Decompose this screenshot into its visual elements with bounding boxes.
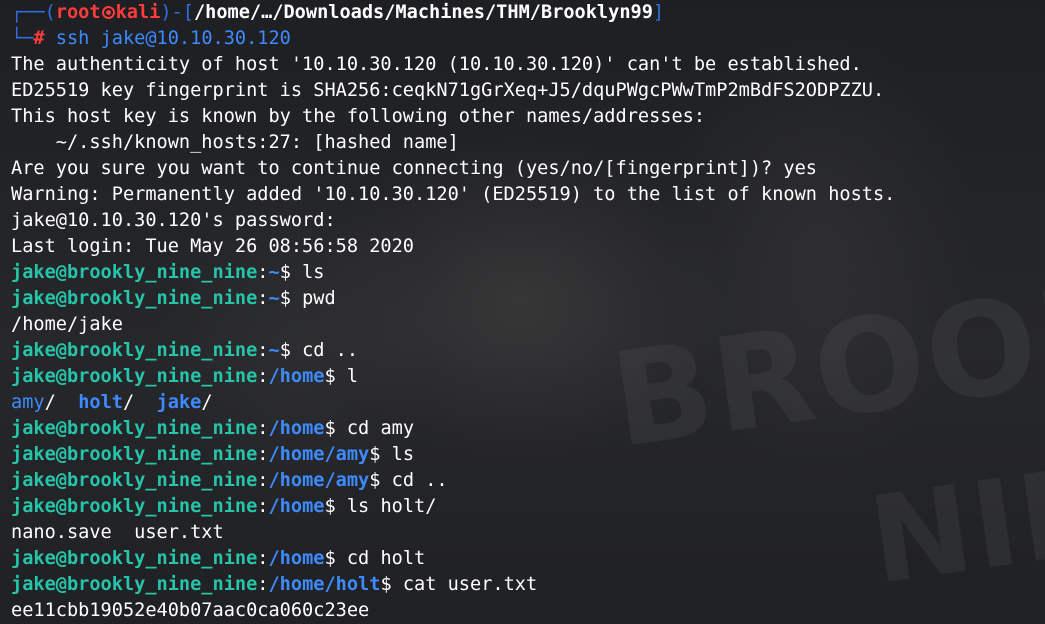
remote-path: /home (268, 366, 325, 387)
remote-command: ls holt/ (335, 496, 437, 517)
prompt-hash: # (33, 28, 45, 49)
ssh-output-line: Warning: Permanently added '10.10.30.120… (11, 184, 896, 205)
remote-path: /home/amy (268, 470, 370, 491)
remote-command: cd holt (335, 548, 426, 569)
remote-command: cd .. (380, 470, 448, 491)
remote-prompt-line: jake@brookly_nine_nine:~$ ls (11, 262, 325, 283)
remote-prompt-line: jake@brookly_nine_nine:/home$ l (11, 366, 359, 387)
remote-command: cd .. (290, 340, 359, 361)
remote-user-host: jake@brookly_nine_nine (11, 262, 258, 283)
ssh-output-line: Last login: Tue May 26 08:56:58 2020 (11, 236, 414, 257)
remote-path: /home/holt (268, 574, 381, 595)
ssh-output-line: Are you sure you want to continue connec… (11, 158, 817, 179)
remote-command: l (335, 366, 359, 387)
remote-path: /home (268, 548, 325, 569)
remote-path: /home/amy (268, 444, 370, 465)
prompt-frame-close: ] (652, 2, 665, 23)
dir-entry-amy: amy (11, 392, 45, 413)
kali-skull-icon (101, 6, 115, 19)
remote-user-host: jake@brookly_nine_nine (11, 470, 258, 491)
directory-listing: amy/ holt/ jake/ (11, 392, 213, 413)
prompt-frame-mid: )-[ (160, 2, 194, 23)
prompt-cwd: /home/…/Downloads/Machines/THM/Brooklyn9… (193, 2, 653, 23)
dir-entry-holt: holt (78, 392, 123, 413)
remote-path: /home (268, 496, 325, 517)
prompt-frame-top: ┌──( (11, 2, 56, 23)
remote-prompt-line: jake@brookly_nine_nine:/home$ cd holt (11, 548, 426, 569)
remote-user-host: jake@brookly_nine_nine (11, 548, 258, 569)
prompt-frame-bottom: └─ (11, 28, 34, 49)
terminal-window[interactable]: ┌──(root kali)-[/home/…/Downloads/Machine… (11, 0, 1041, 623)
ssh-output-line: ~/.ssh/known_hosts:27: [hashed name] (11, 132, 459, 153)
remote-prompt-line: jake@brookly_nine_nine:~$ pwd (11, 288, 336, 309)
remote-path: /home (268, 418, 325, 439)
remote-user-host: jake@brookly_nine_nine (11, 288, 258, 309)
local-command-line: └─# ssh jake@10.10.30.120 (11, 26, 1041, 52)
remote-user-host: jake@brookly_nine_nine (11, 340, 258, 361)
remote-user-host: jake@brookly_nine_nine (11, 444, 258, 465)
remote-user-host: jake@brookly_nine_nine (11, 366, 258, 387)
prompt-host: kali (115, 2, 161, 23)
remote-prompt-line: jake@brookly_nine_nine:~$ cd .. (11, 340, 359, 361)
ssh-output-line: This host key is known by the following … (11, 106, 706, 127)
command-output: /home/jake (11, 314, 123, 335)
dir-entry-jake: jake (156, 392, 202, 413)
remote-path: ~ (268, 340, 280, 361)
ssh-output-line: ED25519 key fingerprint is SHA256:ceqkN7… (11, 80, 885, 101)
remote-command: ls (290, 262, 325, 283)
remote-prompt-line: jake@brookly_nine_nine:/home/holt$ cat u… (11, 574, 538, 595)
remote-user-host: jake@brookly_nine_nine (11, 496, 258, 517)
flag-output: ee11cbb19052e40b07aac0ca060c23ee (11, 600, 370, 621)
command-output: nano.save user.txt (11, 522, 224, 543)
remote-path: ~ (268, 288, 280, 309)
remote-command: cat user.txt (391, 574, 538, 595)
prompt-user: root (55, 2, 101, 23)
remote-prompt-line: jake@brookly_nine_nine:/home/amy$ cd .. (11, 470, 448, 491)
remote-user-host: jake@brookly_nine_nine (11, 574, 258, 595)
ssh-output-line: jake@10.10.30.120's password: (11, 210, 336, 231)
remote-prompt-line: jake@brookly_nine_nine:/home/amy$ ls (11, 444, 415, 465)
remote-command: cd amy (335, 418, 415, 439)
ssh-command: ssh jake@10.10.30.120 (55, 28, 291, 49)
remote-command: pwd (290, 288, 336, 309)
remote-command: ls (380, 444, 415, 465)
local-prompt-header: ┌──(root kali)-[/home/…/Downloads/Machine… (11, 0, 1041, 26)
remote-prompt-line: jake@brookly_nine_nine:/home$ ls holt/ (11, 496, 437, 517)
ssh-output-line: The authenticity of host '10.10.30.120 (… (11, 54, 862, 75)
remote-user-host: jake@brookly_nine_nine (11, 418, 258, 439)
remote-prompt-line: jake@brookly_nine_nine:/home$ cd amy (11, 418, 415, 439)
remote-path: ~ (268, 262, 280, 283)
